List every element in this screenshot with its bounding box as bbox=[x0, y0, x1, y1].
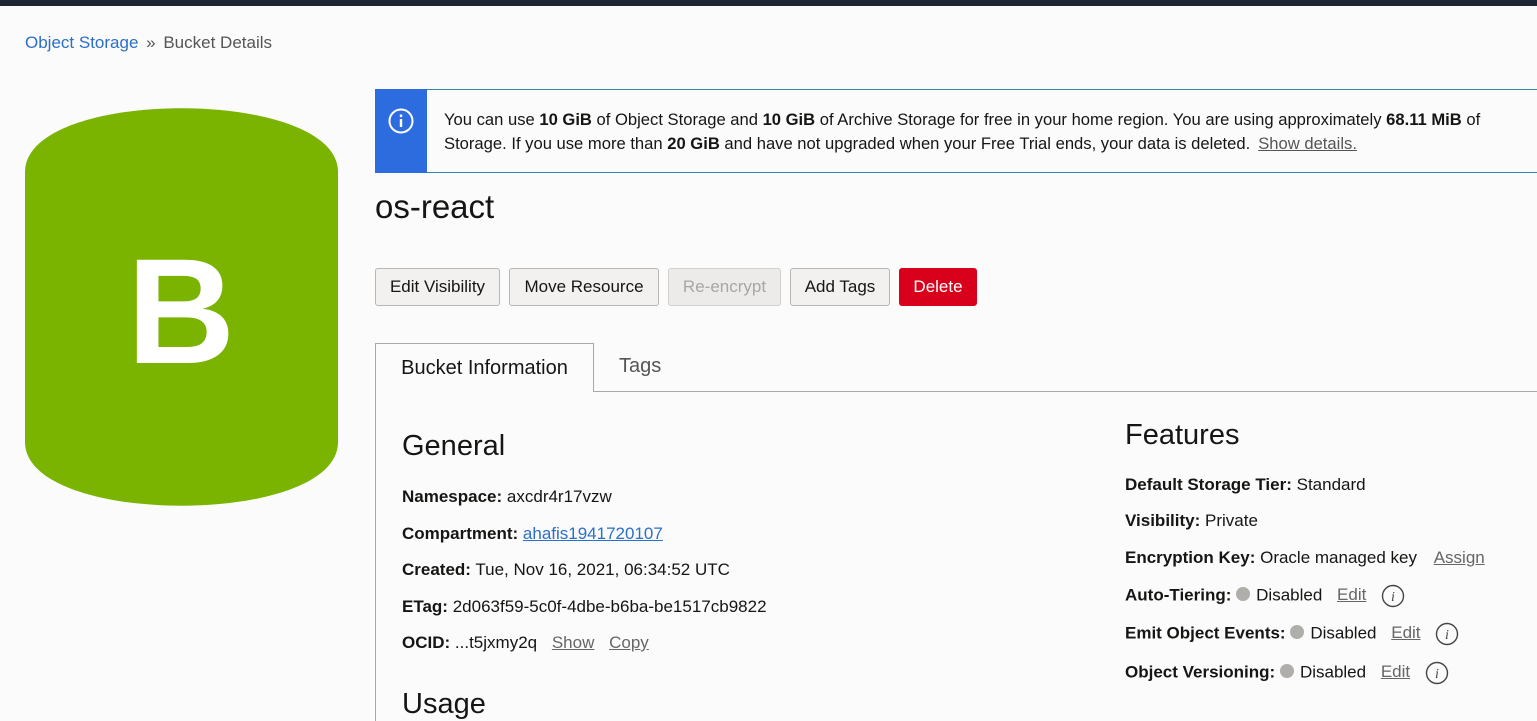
re-encrypt-button: Re-encrypt bbox=[668, 268, 781, 306]
emit-events-status-dot bbox=[1290, 625, 1305, 640]
object-versioning-row: Object Versioning: Disabled Edit i bbox=[1125, 661, 1449, 685]
breadcrumb-separator: » bbox=[146, 33, 156, 52]
versioning-status-dot bbox=[1279, 664, 1294, 679]
etag-row: ETag: 2d063f59-5c0f-4dbe-b6ba-be1517cb98… bbox=[402, 597, 767, 616]
page-title: os-react bbox=[375, 188, 495, 225]
bucket-icon-letter: B bbox=[127, 227, 235, 395]
breadcrumb: Object Storage » Bucket Details bbox=[25, 33, 272, 53]
info-icon[interactable]: i bbox=[1381, 584, 1405, 608]
encryption-key-row: Encryption Key: Oracle managed key Assig… bbox=[1125, 548, 1485, 567]
panel-border bbox=[375, 391, 376, 721]
created-row: Created: Tue, Nov 16, 2021, 06:34:52 UTC bbox=[402, 560, 730, 579]
svg-text:i: i bbox=[1391, 590, 1395, 605]
general-heading: General bbox=[402, 430, 506, 462]
assign-encryption-link[interactable]: Assign bbox=[1434, 548, 1485, 567]
ocid-copy-link[interactable]: Copy bbox=[609, 633, 649, 652]
delete-button[interactable]: Delete bbox=[899, 268, 977, 306]
tab-bucket-information[interactable]: Bucket Information bbox=[375, 343, 594, 392]
free-tier-info-banner: You can use 10 GiB of Object Storage and… bbox=[375, 89, 1537, 173]
emit-events-row: Emit Object Events: Disabled Edit i bbox=[1125, 622, 1459, 646]
compartment-link[interactable]: ahafis1941720107 bbox=[523, 524, 663, 543]
info-bar bbox=[375, 89, 427, 173]
storage-tier-row: Default Storage Tier: Standard bbox=[1125, 475, 1366, 494]
top-header-bar bbox=[0, 0, 1537, 6]
banner-line-1: You can use 10 GiB of Object Storage and… bbox=[444, 110, 1481, 129]
compartment-row: Compartment: ahafis1941720107 bbox=[402, 524, 663, 543]
svg-text:i: i bbox=[1445, 628, 1449, 643]
visibility-row: Visibility: Private bbox=[1125, 511, 1258, 530]
ocid-show-link[interactable]: Show bbox=[552, 633, 595, 652]
move-resource-button[interactable]: Move Resource bbox=[509, 268, 659, 306]
ocid-row: OCID: ...t5jxmy2q Show Copy bbox=[402, 633, 649, 652]
banner-text: You can use 10 GiB of Object Storage and… bbox=[444, 108, 1480, 156]
auto-tiering-row: Auto-Tiering: Disabled Edit i bbox=[1125, 584, 1405, 608]
auto-tiering-edit-link[interactable]: Edit bbox=[1337, 585, 1366, 604]
add-tags-button[interactable]: Add Tags bbox=[790, 268, 890, 306]
svg-text:i: i bbox=[1435, 667, 1439, 682]
usage-heading: Usage bbox=[402, 688, 486, 720]
auto-tiering-status-dot bbox=[1236, 587, 1251, 602]
features-heading: Features bbox=[1125, 419, 1240, 451]
tab-divider bbox=[593, 391, 1537, 392]
breadcrumb-current: Bucket Details bbox=[163, 33, 273, 52]
info-icon[interactable]: i bbox=[1435, 622, 1459, 646]
info-icon bbox=[388, 108, 414, 134]
breadcrumb-object-storage-link[interactable]: Object Storage bbox=[25, 33, 138, 52]
bucket-icon: B bbox=[25, 97, 338, 522]
emit-events-edit-link[interactable]: Edit bbox=[1391, 623, 1420, 642]
banner-line-2: Storage. If you use more than 20 GiB and… bbox=[444, 134, 1357, 153]
versioning-edit-link[interactable]: Edit bbox=[1381, 662, 1410, 681]
namespace-row: Namespace: axcdr4r17vzw bbox=[402, 487, 612, 506]
info-icon[interactable]: i bbox=[1425, 661, 1449, 685]
show-details-link[interactable]: Show details. bbox=[1258, 134, 1357, 153]
tab-tags[interactable]: Tags bbox=[619, 355, 661, 378]
edit-visibility-button[interactable]: Edit Visibility bbox=[375, 268, 500, 306]
